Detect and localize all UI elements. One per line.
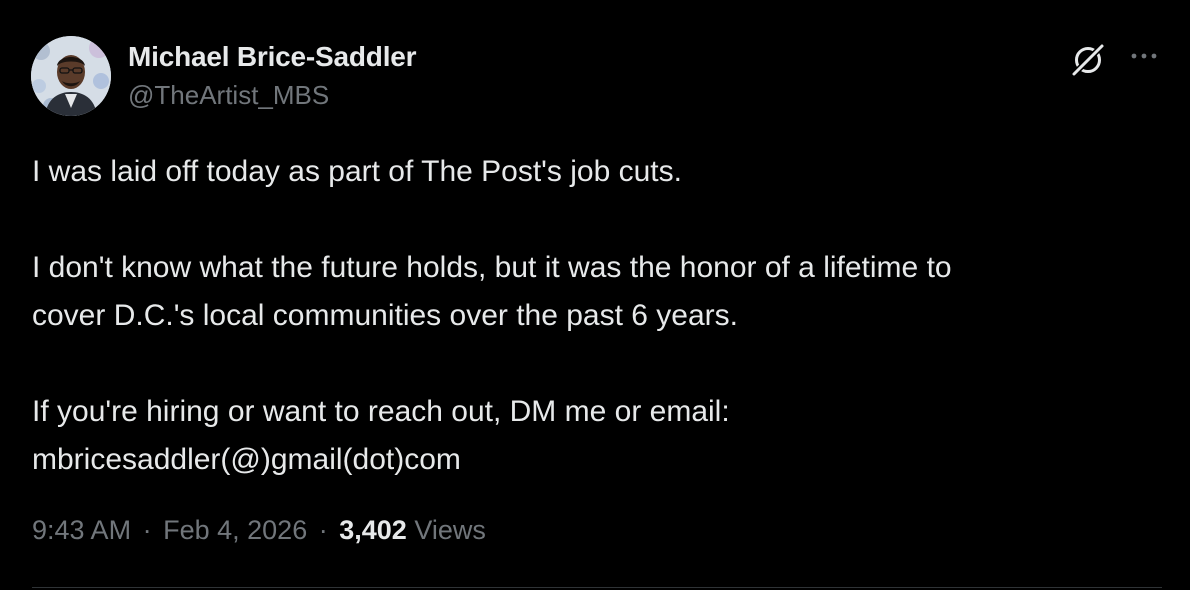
tweet-paragraph-2-text: I don't know what the future holds, but …	[32, 251, 952, 332]
views-count[interactable]: 3,402	[339, 515, 407, 545]
author-handle[interactable]: @TheArtist_MBS	[128, 80, 329, 111]
more-options-icon[interactable]	[1126, 44, 1162, 68]
tweet-date[interactable]: Feb 4, 2026	[163, 515, 307, 545]
tweet-metadata: 9:43 AM · Feb 4, 2026 · 3,402 Views	[32, 515, 486, 546]
tweet-card: Michael Brice-Saddler @TheArtist_MBS I w…	[0, 0, 1190, 590]
tweet-paragraph-3-text: If you're hiring or want to reach out, D…	[32, 395, 730, 476]
tweet-paragraph-2: I don't know what the future holds, but …	[32, 244, 1162, 340]
divider	[32, 587, 1162, 588]
author-display-name[interactable]: Michael Brice-Saddler	[128, 41, 417, 73]
meta-separator: ·	[318, 515, 328, 545]
avatar[interactable]	[31, 36, 111, 116]
tweet-time[interactable]: 9:43 AM	[32, 515, 131, 545]
ellipsis-icon	[1131, 53, 1157, 59]
grok-logo-icon	[1071, 43, 1105, 77]
profile-photo-icon	[31, 36, 111, 116]
views-label[interactable]: Views	[414, 515, 486, 545]
tweet-paragraph-3: If you're hiring or want to reach out, D…	[32, 388, 1162, 484]
tweet-text: I was laid off today as part of The Post…	[32, 148, 1162, 484]
meta-separator: ·	[142, 515, 152, 545]
tweet-paragraph-1: I was laid off today as part of The Post…	[32, 155, 682, 188]
grok-icon[interactable]	[1068, 40, 1108, 80]
